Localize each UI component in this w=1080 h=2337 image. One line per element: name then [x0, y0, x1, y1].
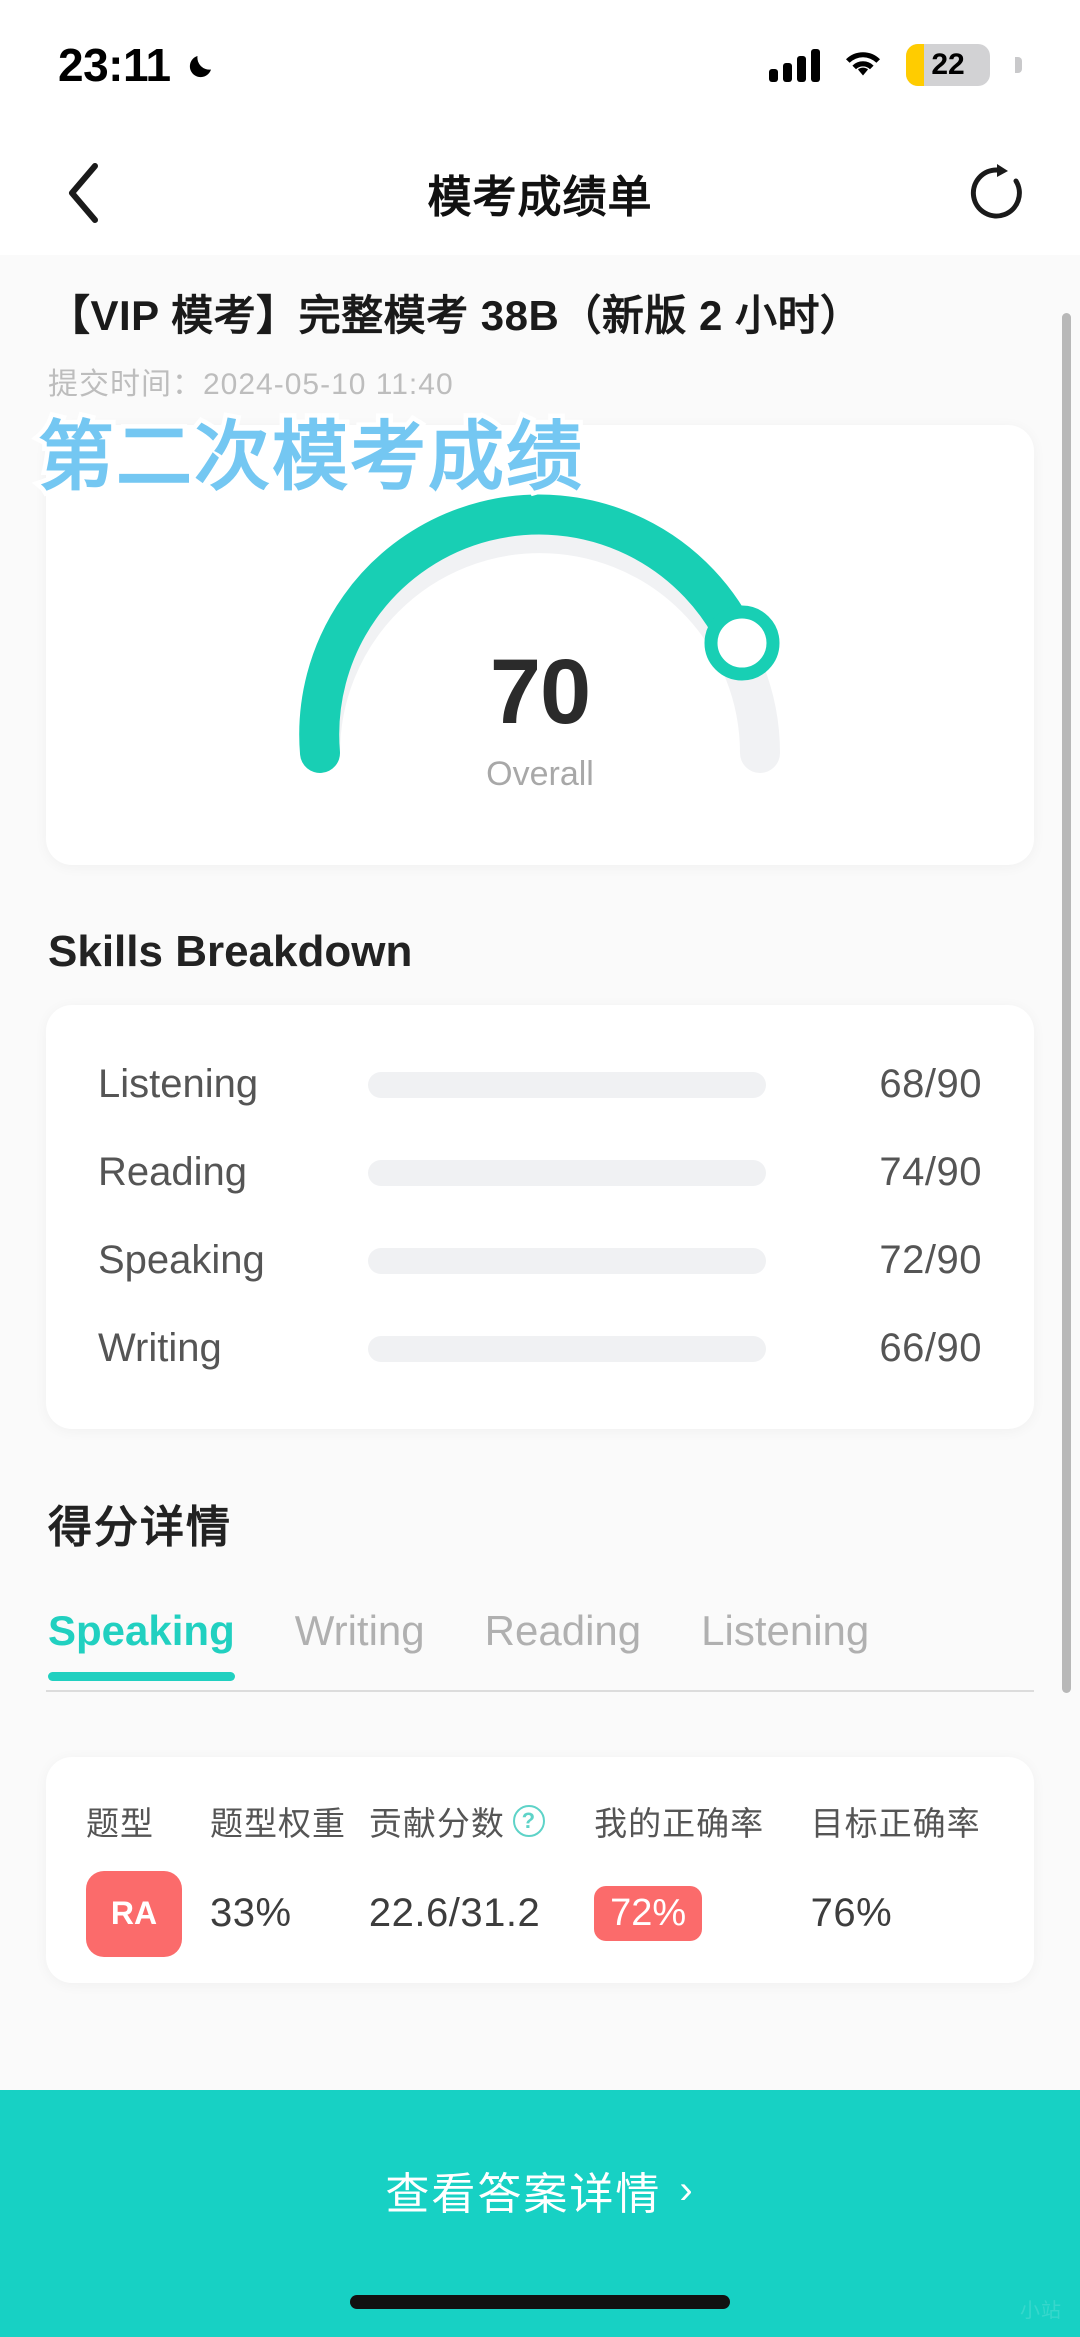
skills-heading: Skills Breakdown [48, 926, 413, 976]
tab-reading[interactable]: Reading [485, 1601, 641, 1655]
table-row[interactable]: RA 33% 22.6/31.2 72% 76% [86, 1870, 994, 1957]
tab-active-underline [48, 1671, 235, 1681]
skill-row-writing: Writing 66/90 [98, 1305, 982, 1393]
col-header-contribution-label: 贡献分数 [368, 1804, 505, 1842]
skill-progress-track [368, 1335, 766, 1362]
view-answer-details-button[interactable]: 查看答案详情 › [385, 2158, 694, 2222]
status-bar-right: 22 [769, 44, 1022, 86]
overlay-annotation-text: 第二次模考成绩 [34, 408, 587, 506]
cellular-signal-icon [769, 48, 820, 82]
status-bar-left: 23:11 [58, 38, 219, 92]
skill-label: Reading [98, 1150, 248, 1195]
tab-speaking[interactable]: Speaking [48, 1601, 235, 1681]
chevron-right-icon: › [679, 2167, 695, 2212]
cta-label: 查看答案详情 [385, 2170, 662, 2219]
battery-cap [1015, 57, 1022, 73]
tab-label: Listening [701, 1606, 870, 1654]
screen-root: 23:11 22 模考成绩单 【VIP 模考】完整模考 38B（新版 2 小时）… [0, 0, 1080, 2337]
skills-breakdown-card: Listening 68/90 Reading 74/90 Speaking 7… [46, 1004, 1034, 1429]
question-mark-circle-icon[interactable]: ? [512, 1804, 545, 1837]
tabs-divider [46, 1689, 1034, 1692]
skill-progress-track [368, 1159, 766, 1186]
page-title: 模考成绩单 [427, 172, 653, 222]
tab-writing[interactable]: Writing [295, 1601, 425, 1655]
cell-weight: 33% [209, 1891, 292, 1936]
score-details-tabs: Speaking Writing Reading Listening [0, 1601, 1080, 1711]
exam-title: 【VIP 模考】完整模考 38B（新版 2 小时） [48, 292, 863, 339]
status-bar: 23:11 22 [0, 0, 1080, 130]
skill-row-reading: Reading 74/90 [98, 1129, 982, 1217]
cell-type: RA [86, 1870, 210, 1957]
col-header-contribution: 贡献分数 ? [369, 1797, 594, 1845]
nav-bar: 模考成绩单 [0, 130, 1080, 255]
skill-score: 72/90 [879, 1238, 982, 1283]
wifi-icon [842, 49, 884, 81]
skill-label: Speaking [98, 1238, 265, 1283]
overall-score-label: Overall [486, 754, 594, 793]
tab-label: Reading [484, 1606, 642, 1654]
bottom-action-bar[interactable]: 查看答案详情 › 小站 [0, 2090, 1080, 2337]
skill-label: Writing [98, 1326, 222, 1371]
skill-score: 68/90 [879, 1062, 982, 1107]
vertical-scrollbar[interactable] [1062, 313, 1071, 1693]
home-indicator[interactable] [350, 2295, 730, 2309]
tab-label: Writing [294, 1606, 425, 1654]
score-details-heading: 得分详情 [48, 1502, 232, 1552]
skill-score: 74/90 [879, 1150, 982, 1195]
overall-score-value: 70 [489, 640, 591, 743]
table-header-row: 题型 题型权重 贡献分数 ? 我的正确率 目标正确率 [86, 1797, 994, 1845]
battery-percent: 22 [931, 48, 965, 81]
moon-icon [185, 48, 219, 82]
my-accuracy-badge: 72% [594, 1886, 703, 1942]
cell-my-accuracy: 72% [594, 1886, 811, 1942]
watermark: 小站 [1020, 2300, 1062, 2322]
tab-listening[interactable]: Listening [701, 1601, 869, 1655]
scroll-content[interactable]: 【VIP 模考】完整模考 38B（新版 2 小时） 提交时间：2024-05-1… [0, 255, 1080, 2090]
battery-icon: 22 [906, 44, 990, 86]
status-time: 23:11 [58, 39, 171, 91]
col-header-type: 题型 [86, 1804, 154, 1842]
skill-row-listening: Listening 68/90 [98, 1041, 982, 1129]
skill-progress-track [368, 1247, 766, 1274]
tab-label: Speaking [48, 1606, 235, 1654]
skill-progress-track [368, 1071, 766, 1098]
skill-score: 66/90 [879, 1326, 982, 1371]
col-header-target-accuracy: 目标正确率 [810, 1804, 981, 1842]
question-type-badge: RA [86, 1870, 182, 1957]
score-details-table: 题型 题型权重 贡献分数 ? 我的正确率 目标正确率 RA 33% 22.6/3… [46, 1756, 1034, 1983]
skill-row-speaking: Speaking 72/90 [98, 1217, 982, 1305]
col-header-weight: 题型权重 [209, 1804, 346, 1842]
cell-contribution: 22.6/31.2 [368, 1891, 541, 1936]
cell-target-accuracy: 76% [810, 1891, 893, 1936]
skill-label: Listening [98, 1062, 259, 1107]
col-header-my-accuracy: 我的正确率 [594, 1804, 765, 1842]
